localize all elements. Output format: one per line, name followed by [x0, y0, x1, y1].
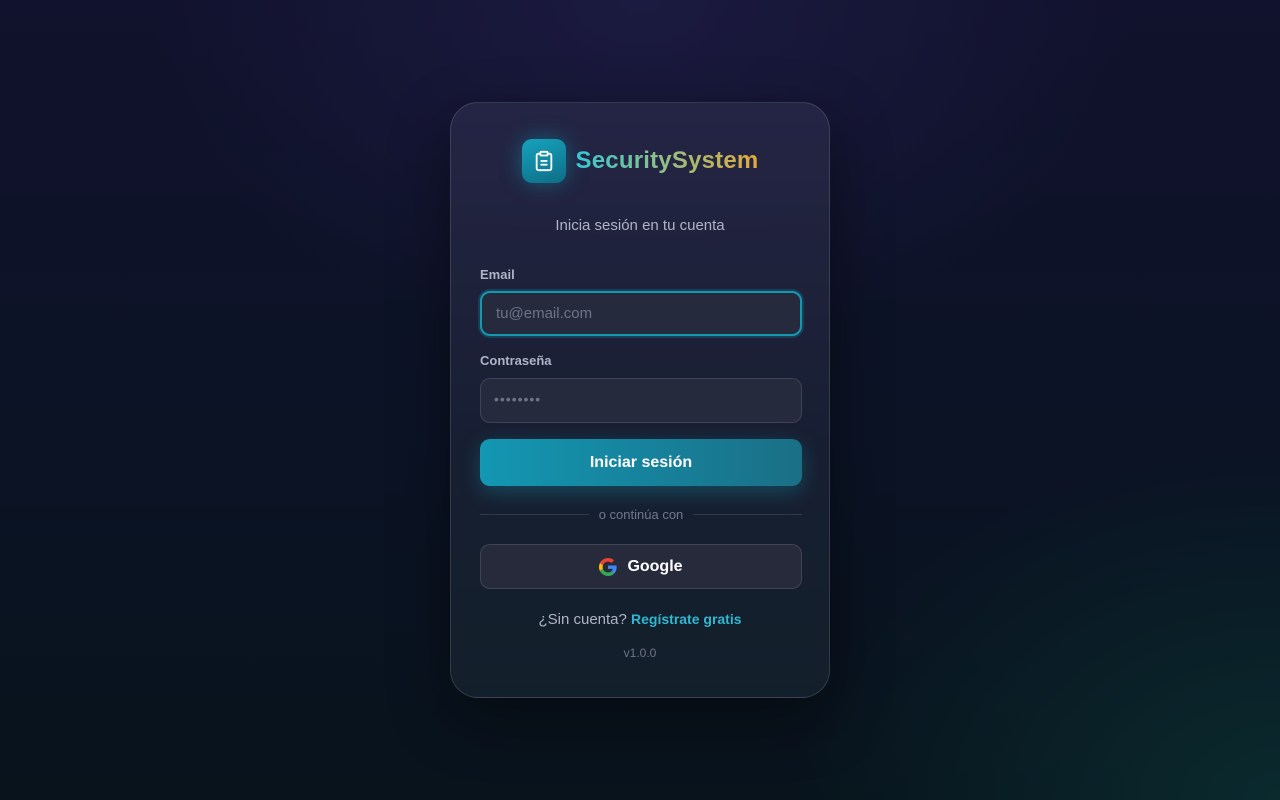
login-button[interactable]: Iniciar sesión — [480, 439, 802, 486]
divider-line-right — [693, 513, 803, 515]
logo — [521, 139, 566, 183]
brand-header: SecuritySystem — [451, 139, 829, 183]
password-field[interactable] — [480, 378, 802, 423]
divider-line-left — [480, 513, 589, 515]
email-field[interactable] — [480, 291, 802, 336]
login-card: SecuritySystem Inicia sesión en tu cuent… — [450, 102, 830, 698]
google-button-label: Google — [627, 557, 683, 575]
divider: o continúa con — [480, 506, 803, 522]
google-icon — [599, 557, 618, 576]
brand-name: SecuritySystem — [575, 147, 759, 174]
google-login-button[interactable]: Google — [480, 544, 802, 589]
email-label: Email — [480, 267, 515, 282]
password-label: Contraseña — [480, 353, 552, 368]
clipboard-icon — [535, 150, 552, 172]
divider-text: o continúa con — [598, 506, 684, 522]
login-subtitle: Inicia sesión en tu cuenta — [555, 217, 725, 234]
signup-prompt: ¿Sin cuenta? — [538, 611, 627, 628]
version-label: v1.0.0 — [623, 646, 657, 660]
signup-row: ¿Sin cuenta? Regístrate gratis — [451, 611, 829, 628]
signup-link[interactable]: Regístrate gratis — [631, 611, 741, 627]
